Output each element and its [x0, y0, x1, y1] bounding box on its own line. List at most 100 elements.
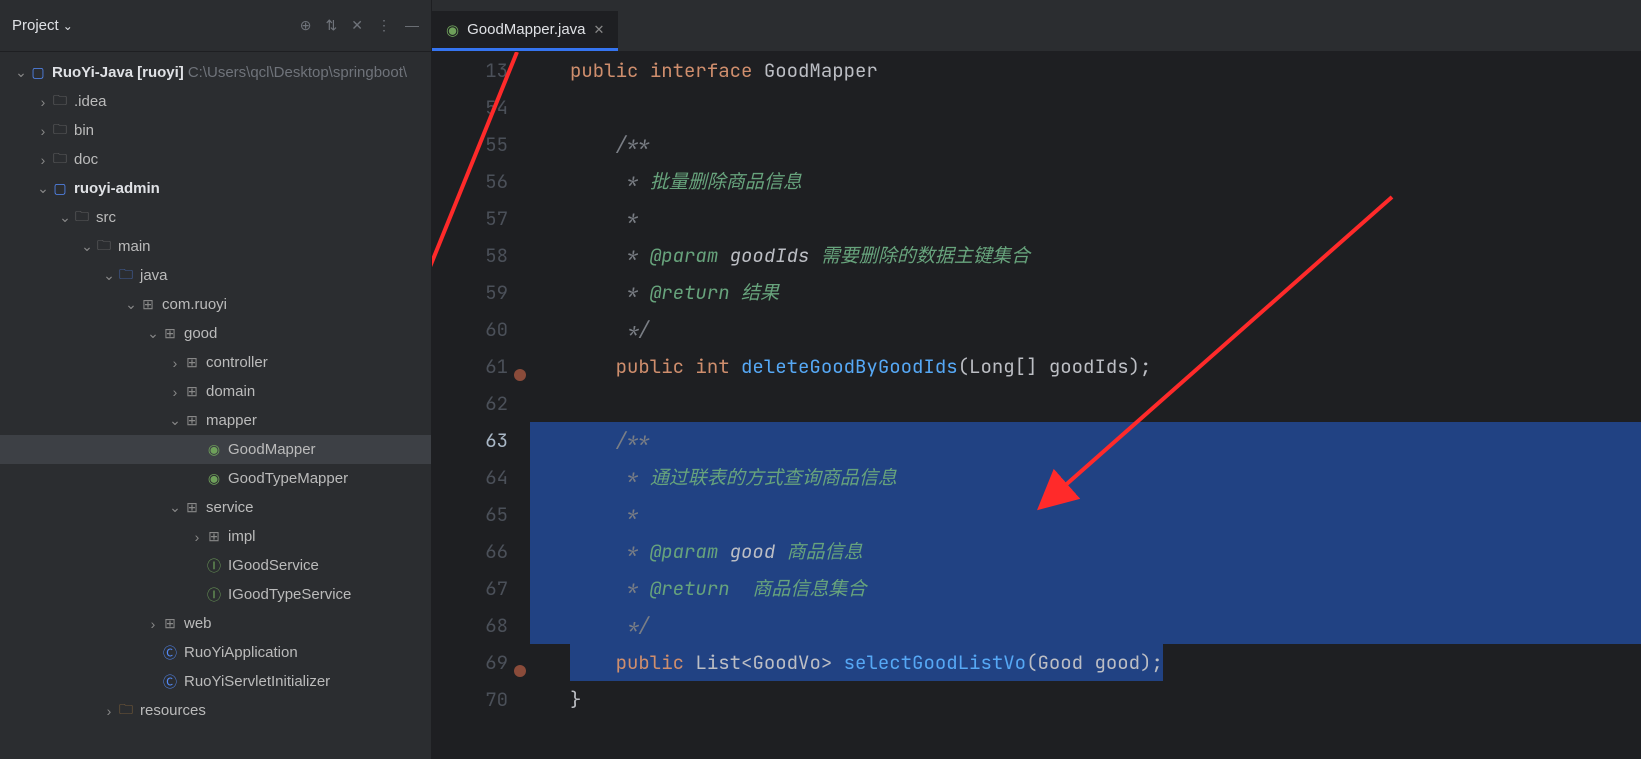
line-number: 59 [432, 274, 508, 311]
code-line[interactable]: * @return 结果 [530, 274, 1641, 311]
hide-icon[interactable]: — [405, 17, 419, 34]
folder-icon: 🗀 [50, 148, 70, 172]
code-line[interactable]: * 批量删除商品信息 [530, 163, 1641, 200]
tab-label: GoodMapper.java [467, 21, 585, 38]
chevron-down-icon [168, 412, 182, 429]
gutter-marker-icon[interactable] [512, 654, 528, 670]
tree-label: IGoodTypeService [228, 586, 351, 603]
collapse-icon[interactable]: ✕ [351, 17, 363, 34]
code-line[interactable]: * @param good 商品信息 [530, 533, 1641, 570]
interface-icon: ◉ [204, 441, 224, 458]
package-icon: ⊞ [204, 528, 224, 545]
tree-item[interactable]: ⊞controller [0, 348, 431, 377]
module-icon: ▢ [50, 180, 70, 197]
line-number: 55 [432, 126, 508, 163]
interface-green-icon: Ⓘ [204, 556, 224, 576]
folder-icon: 🗀 [72, 206, 92, 230]
tree-item[interactable]: 🗀doc [0, 145, 431, 174]
sidebar-title[interactable]: Project ⌄ [12, 17, 73, 34]
class-icon: Ⓒ [160, 672, 180, 692]
settings-icon[interactable]: ⋮ [377, 17, 391, 34]
code-line[interactable]: * @return 商品信息集合 [530, 570, 1641, 607]
tree-item[interactable]: ⊞service [0, 493, 431, 522]
tree-label: controller [206, 354, 268, 371]
chevron-down-icon [102, 267, 116, 284]
folder-icon: 🗀 [50, 90, 70, 114]
expand-icon[interactable]: ⇅ [326, 17, 338, 34]
chevron-right-icon [146, 616, 160, 632]
sidebar-header: Project ⌄ ⊕ ⇅ ✕ ⋮ — [0, 0, 431, 52]
tree-item[interactable]: ⒸRuoYiServletInitializer [0, 667, 431, 696]
tree-item[interactable]: ▢ruoyi-admin [0, 174, 431, 203]
code-line[interactable]: public interface GoodMapper [530, 52, 1641, 89]
tree-label: src [96, 209, 116, 226]
code-line[interactable]: * 通过联表的方式查询商品信息 [530, 459, 1641, 496]
tree-item[interactable]: 🗀java [0, 261, 431, 290]
tree-item[interactable]: ⊞mapper [0, 406, 431, 435]
package-icon: ⊞ [182, 383, 202, 400]
tab-goodmapper[interactable]: ◉ GoodMapper.java ✕ [432, 11, 618, 51]
tree-item[interactable]: 🗀bin [0, 116, 431, 145]
tree-label: main [118, 238, 151, 255]
select-opened-icon[interactable]: ⊕ [300, 17, 312, 34]
tree-item[interactable]: ⊞impl [0, 522, 431, 551]
gutter-marker-icon[interactable] [512, 358, 528, 374]
gutter: 135455565758596061626364656667686970 [432, 52, 530, 759]
code-line[interactable]: * @param goodIds 需要删除的数据主键集合 [530, 237, 1641, 274]
package-icon: ⊞ [182, 499, 202, 516]
tree-label: RuoYiServletInitializer [184, 673, 330, 690]
tree-item[interactable]: ◉GoodMapper [0, 435, 431, 464]
close-icon[interactable]: ✕ [594, 22, 605, 38]
code-line[interactable]: */ [530, 607, 1641, 644]
tree-item[interactable]: 🗀src [0, 203, 431, 232]
tree-item[interactable]: ⊞web [0, 609, 431, 638]
line-number: 69 [432, 644, 508, 681]
line-number: 67 [432, 570, 508, 607]
line-number: 68 [432, 607, 508, 644]
code-line[interactable]: public int deleteGoodByGoodIds(Long[] go… [530, 348, 1641, 385]
tree-label: good [184, 325, 217, 342]
tree-label: ruoyi-admin [74, 180, 160, 197]
tree-item[interactable]: 🗀resources [0, 696, 431, 725]
tree-item[interactable]: ⊞com.ruoyi [0, 290, 431, 319]
folder-icon: 🗀 [50, 119, 70, 143]
code-line[interactable]: /** [530, 422, 1641, 459]
tree-label: resources [140, 702, 206, 719]
class-icon: Ⓒ [160, 643, 180, 663]
code-line[interactable]: /** [530, 126, 1641, 163]
code-lines[interactable]: public interface GoodMapper /** * 批量删除商品… [530, 52, 1641, 759]
tree-item[interactable]: ⒾIGoodTypeService [0, 580, 431, 609]
line-number: 63 [432, 422, 508, 459]
tree-label: web [184, 615, 212, 632]
folder-icon: 🗀 [94, 235, 114, 259]
code-line[interactable]: } [530, 681, 1641, 718]
code-line[interactable]: */ [530, 311, 1641, 348]
tree-item[interactable]: ⊞domain [0, 377, 431, 406]
tree-item[interactable]: ⊞good [0, 319, 431, 348]
tree-item[interactable]: ⒸRuoYiApplication [0, 638, 431, 667]
tree-item[interactable]: 🗀main [0, 232, 431, 261]
line-number: 57 [432, 200, 508, 237]
code-line[interactable]: public List<GoodVo> selectGoodListVo(Goo… [530, 644, 1641, 681]
tree-label: java [140, 267, 168, 284]
line-number: 62 [432, 385, 508, 422]
tab-bar: ◉ GoodMapper.java ✕ [432, 0, 1641, 52]
interface-icon: ◉ [204, 470, 224, 487]
tree-item[interactable]: 🗀.idea [0, 87, 431, 116]
chevron-right-icon [190, 529, 204, 545]
code-line[interactable]: * [530, 200, 1641, 237]
code-line[interactable] [530, 385, 1641, 422]
chevron-down-icon [168, 499, 182, 516]
chevron-down-icon [36, 180, 50, 197]
package-icon: ⊞ [160, 325, 180, 342]
tree-label: GoodTypeMapper [228, 470, 348, 487]
code-line[interactable]: * [530, 496, 1641, 533]
code-line[interactable] [530, 89, 1641, 126]
folder-res-icon: 🗀 [116, 699, 136, 723]
tree-item[interactable]: ◉GoodTypeMapper [0, 464, 431, 493]
chevron-down-icon [146, 325, 160, 342]
tree-root[interactable]: ▢ RuoYi-Java [ruoyi] C:\Users\qcl\Deskto… [0, 58, 431, 87]
tree-item[interactable]: ⒾIGoodService [0, 551, 431, 580]
code-editor[interactable]: 135455565758596061626364656667686970 pub… [432, 52, 1641, 759]
tree-label: bin [74, 122, 94, 139]
